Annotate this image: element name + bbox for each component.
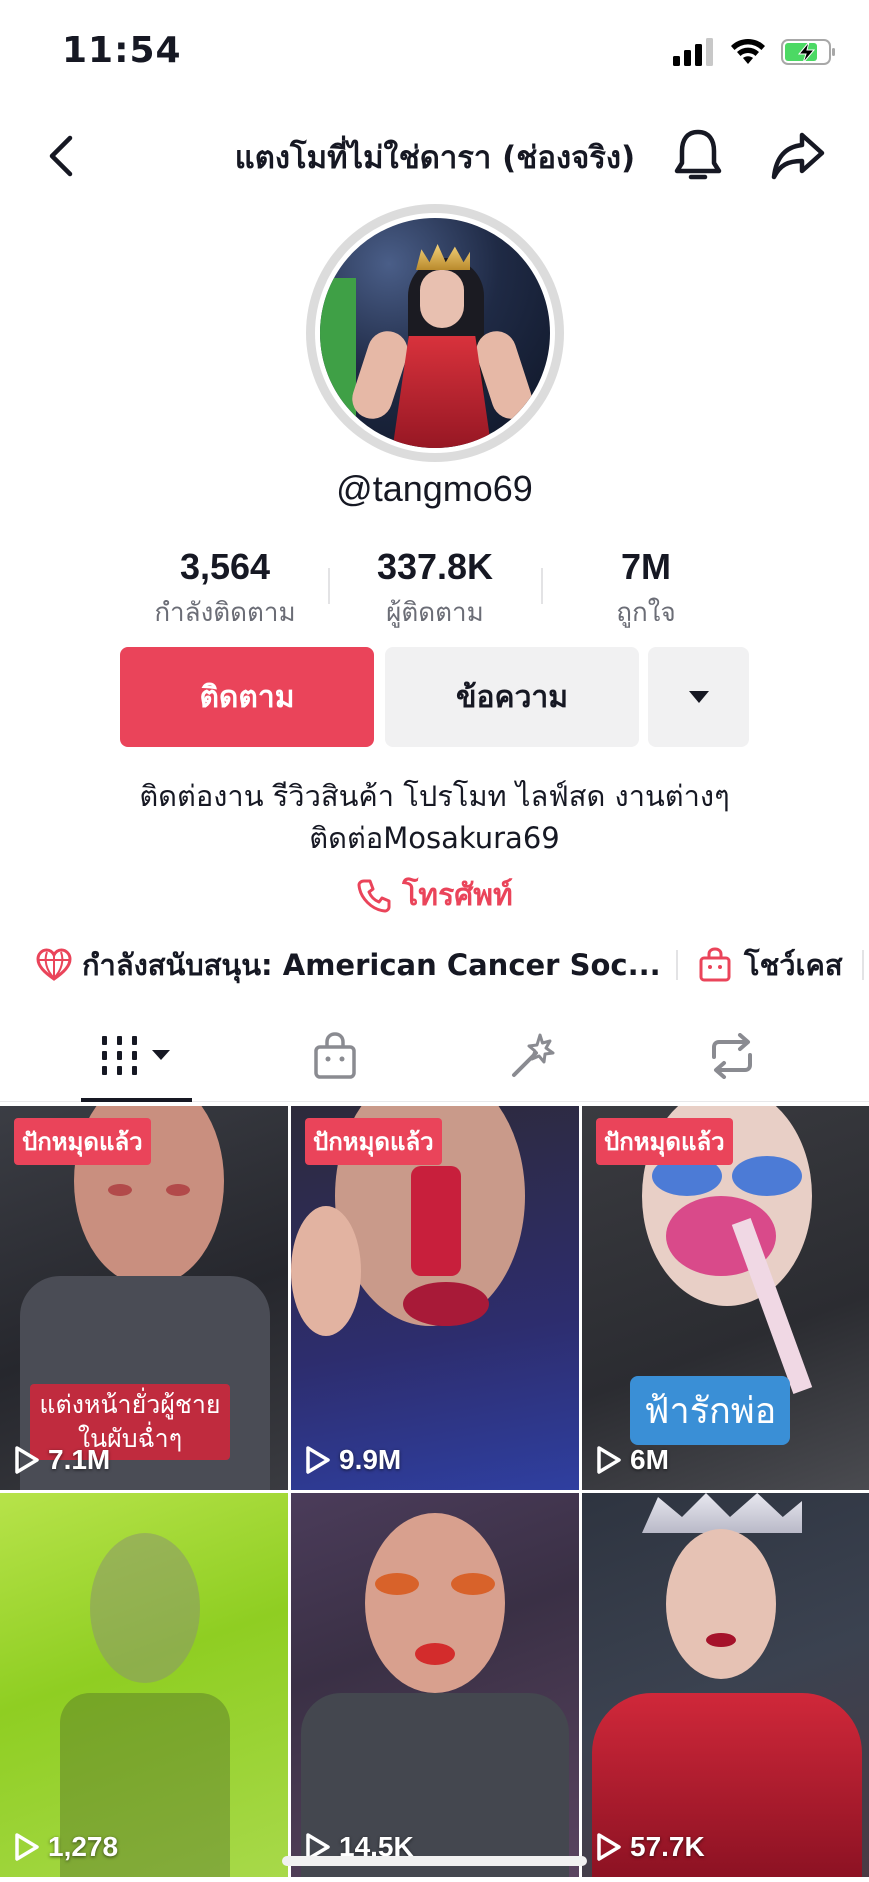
video-thumbnail[interactable]: 57.7K [582,1493,869,1877]
view-count-value: 7.1M [48,1444,111,1475]
bio: ติดต่องาน รีวิวสินค้า โปรโมท ไลฟ์สด งานต… [0,775,869,859]
following-label: กำลังติดตาม [154,598,296,628]
chevron-left-icon [49,135,73,177]
view-count-value: 57.7K [630,1831,705,1862]
avatar-ring [306,204,564,462]
play-icon [15,1446,39,1474]
battery-charging-icon [781,39,835,65]
followers-count: 337.8K [376,546,494,587]
play-icon [597,1833,621,1861]
followers-label: ผู้ติดตาม [386,598,484,628]
view-count: 6M [596,1444,669,1476]
bio-line: ติดต่อMosakura69 [309,821,560,855]
tab-videos[interactable] [57,1010,217,1102]
follow-button[interactable]: ติดตาม [120,647,374,747]
back-button[interactable] [36,128,86,184]
phone-link[interactable]: โทรศัพท์ [0,872,869,919]
likes-count: 7M [620,546,671,587]
heart-globe-icon [36,948,72,981]
status-time: 11:54 [62,30,182,71]
supporting-charity-link[interactable]: กำลังสนับสนุน: American Cancer Soc... [36,940,661,990]
profile-stats: 3,564 กำลังติดตาม 337.8K ผู้ติดตาม 7M ถู… [0,546,869,636]
shopping-bag-icon [314,1032,356,1079]
profile-links-row: กำลังสนับสนุน: American Cancer Soc... โช… [0,940,869,990]
share-arrow-icon [771,132,825,180]
page-title: แตงโมที่ไม่ใช่ดารา (ช่องจริง) [234,140,636,176]
profile-header: แตงโมที่ไม่ใช่ดารา (ช่องจริง) [0,110,869,200]
notifications-button[interactable] [668,124,728,188]
video-caption: ฟ้ารักพ่อ [630,1376,791,1445]
wifi-icon [731,38,765,64]
avatar[interactable] [315,213,555,453]
following-stat[interactable]: 3,564 กำลังติดตาม [140,546,310,633]
suggested-accounts-button[interactable] [648,647,749,747]
likes-label: ถูกใจ [616,598,676,628]
video-thumbnail[interactable]: 1,278 [0,1493,288,1877]
view-count: 7.1M [14,1444,110,1476]
phone-label: โทรศัพท์ [402,878,513,913]
username: @tangmo69 [336,468,533,509]
followers-stat[interactable]: 337.8K ผู้ติดตาม [360,546,510,633]
play-icon [15,1833,39,1861]
bio-line: ติดต่องาน รีวิวสินค้า โปรโมท ไลฟ์สด งานต… [139,779,730,813]
supporting-label: กำลังสนับสนุน: American Cancer Soc... [82,948,661,982]
tab-reposts[interactable] [652,1010,812,1102]
divider [862,950,864,980]
following-count: 3,564 [179,546,271,587]
tab-effects[interactable] [453,1010,613,1102]
view-count: 9.9M [305,1444,401,1476]
cellular-signal-icon [673,38,713,66]
pinned-badge: ปักหมุดแล้ว [305,1118,442,1165]
video-thumbnail[interactable]: ปักหมุดแล้ว 9.9M [291,1106,579,1490]
pinned-badge: ปักหมุดแล้ว [596,1118,733,1165]
view-count-value: 9.9M [339,1444,402,1475]
stat-divider [541,568,543,604]
play-icon [597,1446,621,1474]
showcase-link[interactable]: โชว์เคส [698,940,843,990]
active-tab-indicator [81,1098,192,1102]
caret-down-icon [688,691,709,703]
shopping-bag-icon [699,947,731,982]
magic-wand-icon [512,1033,555,1077]
share-button[interactable] [766,124,830,188]
view-count-value: 6M [630,1444,669,1475]
divider [676,950,678,980]
stat-divider [328,568,330,604]
message-button[interactable]: ข้อความ [385,647,639,747]
bell-icon [674,129,722,180]
view-count: 1,278 [14,1831,118,1863]
repost-icon [712,1033,752,1079]
video-grid: ปักหมุดแล้ว แต่งหน้ายั่วผู้ชาย ในผับฉ่ำๆ… [0,1106,869,1882]
phone-icon [357,879,391,912]
content-tabs [0,1010,869,1102]
status-bar: 11:54 [0,0,869,110]
showcase-label: โชว์เคส [744,948,843,982]
tab-shop[interactable] [255,1010,415,1102]
video-grid-icon [102,1036,170,1075]
home-indicator[interactable] [282,1856,587,1866]
status-icons [673,38,837,66]
view-count: 57.7K [596,1831,705,1863]
play-icon [306,1446,330,1474]
pinned-badge: ปักหมุดแล้ว [14,1118,151,1165]
profile-actions: ติดตาม ข้อความ [0,647,869,749]
video-thumbnail[interactable]: ปักหมุดแล้ว ฟ้ารักพ่อ 6M [582,1106,869,1490]
video-thumbnail[interactable]: ปักหมุดแล้ว แต่งหน้ายั่วผู้ชาย ในผับฉ่ำๆ… [0,1106,288,1490]
view-count-value: 1,278 [48,1831,119,1862]
video-thumbnail[interactable]: 14.5K [291,1493,579,1877]
likes-stat[interactable]: 7M ถูกใจ [584,546,708,633]
